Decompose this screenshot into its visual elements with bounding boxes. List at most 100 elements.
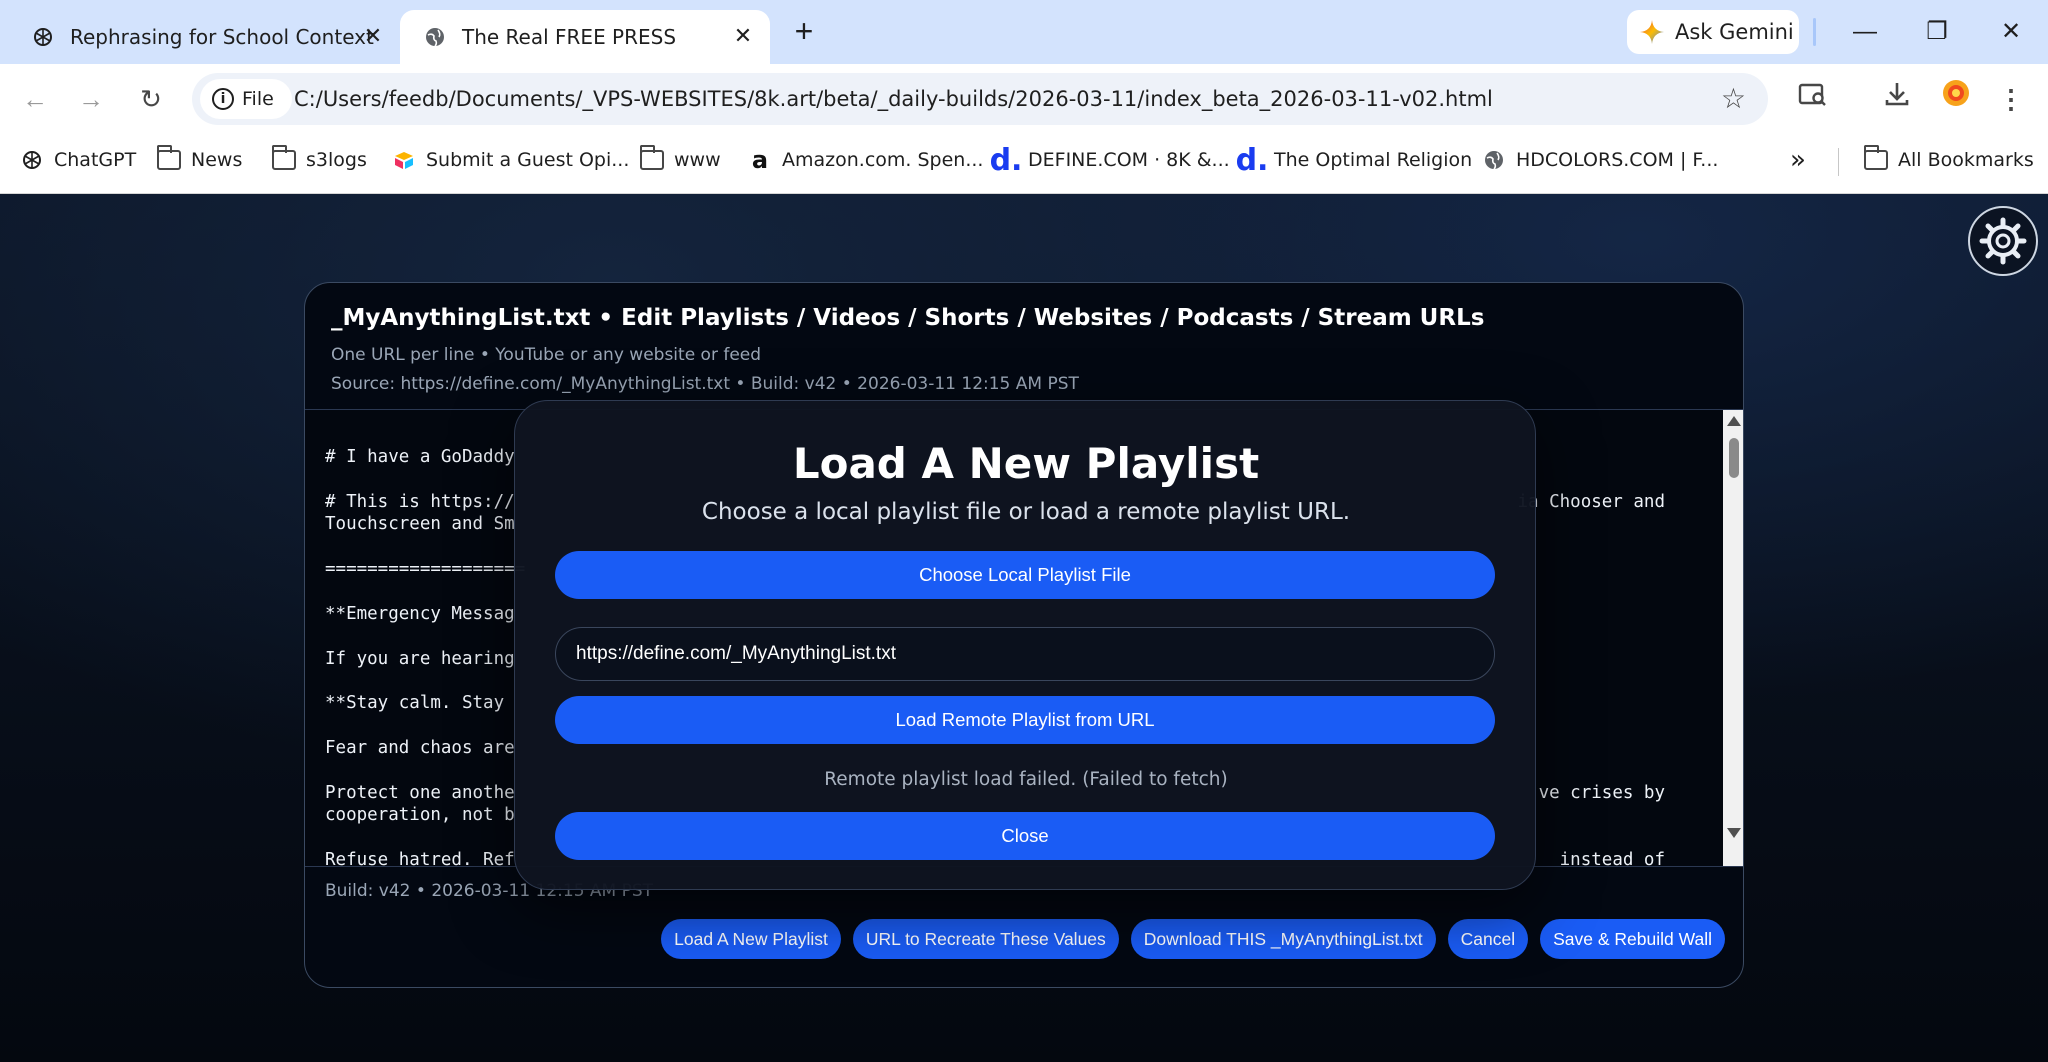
globe-icon — [424, 26, 446, 48]
url-text[interactable]: C:/Users/feedb/Documents/_VPS-WEBSITES/8… — [294, 73, 1493, 125]
bookmark-optimal-religion[interactable]: d. The Optimal Religion — [1235, 134, 1473, 186]
bookmark-label: s3logs — [306, 149, 367, 171]
download-icon[interactable] — [1876, 78, 1918, 120]
openai-icon — [32, 26, 54, 48]
text-line-right: ve crises by — [1538, 782, 1665, 803]
url-recreate-values-button[interactable]: URL to Recreate These Values — [852, 919, 1119, 959]
info-icon: i — [212, 88, 234, 110]
scroll-down-icon[interactable] — [1727, 828, 1741, 838]
scroll-up-icon[interactable] — [1727, 416, 1741, 426]
cancel-button[interactable]: Cancel — [1447, 919, 1529, 959]
all-bookmarks-button[interactable]: All Bookmarks — [1863, 134, 2034, 186]
bookmark-define[interactable]: d. DEFINE.COM · 8K &... — [989, 134, 1230, 186]
editor-subtitle: One URL per line • YouTube or any websit… — [331, 345, 762, 365]
reload-icon[interactable]: ↻ — [130, 78, 172, 120]
editor-actions: Load A New Playlist URL to Recreate Thes… — [661, 919, 1725, 959]
restore-icon[interactable]: ❐ — [1913, 12, 1961, 52]
editor-title: _MyAnythingList.txt • Edit Playlists / V… — [331, 305, 1485, 331]
download-list-button[interactable]: Download THIS _MyAnythingList.txt — [1130, 919, 1436, 959]
ask-gemini-label: Ask Gemini — [1675, 20, 1794, 44]
bookmark-news[interactable]: News — [156, 134, 243, 186]
folder-icon — [271, 145, 296, 172]
address-bar[interactable]: i File C:/Users/feedb/Documents/_VPS-WEB… — [192, 73, 1768, 125]
bookmarks-overflow-button[interactable]: » — [1790, 134, 1806, 186]
gemini-spark-icon — [1640, 20, 1664, 44]
text-line-left: =================== — [325, 558, 526, 579]
browser-toolbar: ← → ↻ i File C:/Users/feedb/Documents/_V… — [0, 64, 2048, 134]
bookmark-s3logs[interactable]: s3logs — [271, 134, 367, 186]
bookmark-label: ChatGPT — [54, 149, 137, 171]
amazon-icon: a — [751, 146, 769, 174]
bookmark-label: www — [674, 149, 721, 171]
bookmarks-bar: ChatGPT News s3logs Submit a Guest Opi..… — [0, 134, 2048, 194]
tab-free-press[interactable]: The Real FREE PRESS ✕ — [400, 10, 770, 64]
textarea-scrollbar[interactable] — [1723, 410, 1743, 866]
close-window-icon[interactable]: ✕ — [1987, 12, 2035, 52]
status-message: Remote playlist load failed. (Failed to … — [824, 769, 1228, 790]
bookmark-label: News — [191, 149, 243, 171]
bookmark-chatgpt[interactable]: ChatGPT — [20, 134, 136, 186]
text-line-left: Fear and chaos are — [325, 738, 515, 759]
close-button[interactable]: Close — [555, 812, 1495, 860]
settings-gear-icon[interactable] — [1968, 206, 2038, 276]
define-icon: d. — [1235, 142, 1269, 178]
forward-icon[interactable]: → — [70, 78, 112, 120]
text-line-left: Touchscreen and Sm — [325, 514, 515, 535]
bookmark-label: All Bookmarks — [1898, 149, 2034, 171]
back-icon[interactable]: ← — [14, 78, 56, 120]
text-line-left: Refuse hatred. Ref — [325, 850, 515, 867]
load-remote-playlist-button[interactable]: Load Remote Playlist from URL — [555, 696, 1495, 744]
text-line-left: **Stay calm. Stay — [325, 693, 505, 714]
choose-local-file-button[interactable]: Choose Local Playlist File — [555, 551, 1495, 599]
bookmark-star-icon[interactable]: ☆ — [1721, 83, 1746, 115]
profile-avatar[interactable] — [1935, 78, 1977, 120]
editor-source: Source: https://define.com/_MyAnythingLi… — [331, 374, 1079, 394]
bookmark-www[interactable]: www — [639, 134, 721, 186]
airtable-icon — [392, 148, 416, 172]
text-line-left: **Emergency Messag — [325, 603, 515, 624]
site-info-chip[interactable]: i File — [200, 79, 292, 119]
bookmark-label: HDCOLORS.COM | F... — [1516, 149, 1719, 171]
tab-strip: Rephrasing for School Context ✕ The Real… — [0, 0, 2048, 64]
globe-icon — [1482, 148, 1506, 172]
scheme-label: File — [242, 88, 274, 110]
load-new-playlist-button[interactable]: Load A New Playlist — [661, 919, 841, 959]
divider — [1813, 18, 1816, 46]
text-line-left: # This is https:// — [325, 491, 515, 512]
folder-icon — [156, 145, 181, 172]
tab-title: The Real FREE PRESS — [462, 25, 677, 49]
playlist-url-input[interactable]: https://define.com/_MyAnythingList.txt — [555, 627, 1495, 681]
scroll-thumb[interactable] — [1729, 438, 1739, 478]
bookmark-label: Amazon.com. Spen... — [782, 149, 984, 171]
close-tab-icon[interactable]: ✕ — [358, 22, 388, 52]
bookmark-label: DEFINE.COM · 8K &... — [1028, 149, 1230, 171]
openai-icon — [20, 148, 44, 172]
text-line-left: If you are hearing — [325, 648, 515, 669]
text-line-left: cooperation, not b — [325, 805, 515, 826]
divider — [1838, 148, 1839, 176]
folder-icon — [1863, 145, 1888, 172]
ask-gemini-button[interactable]: Ask Gemini — [1627, 10, 1799, 54]
page-content: _MyAnythingList.txt • Edit Playlists / V… — [0, 194, 2048, 1062]
bookmark-guest-opinion[interactable]: Submit a Guest Opi... — [392, 134, 629, 186]
bookmark-label: Submit a Guest Opi... — [426, 149, 630, 171]
text-line-left: Protect one anothe — [325, 782, 515, 803]
new-tab-button[interactable]: + — [786, 14, 822, 50]
bookmark-label: The Optimal Religion — [1274, 149, 1473, 171]
bookmark-hdcolors[interactable]: HDCOLORS.COM | F... — [1482, 134, 1718, 186]
menu-kebab-icon[interactable]: ⋮ — [1990, 78, 2032, 120]
text-line-right: ia Chooser and — [1517, 491, 1665, 512]
define-icon: d. — [989, 142, 1023, 178]
save-rebuild-button[interactable]: Save & Rebuild Wall — [1540, 919, 1725, 959]
modal-title: Load A New Playlist — [792, 439, 1260, 488]
close-tab-icon[interactable]: ✕ — [728, 22, 758, 52]
tab-rephrasing[interactable]: Rephrasing for School Context ✕ — [8, 10, 400, 64]
load-playlist-modal: Load A New Playlist Choose a local playl… — [514, 400, 1536, 890]
text-line-right: instead of — [1559, 850, 1665, 867]
minimize-icon[interactable]: — — [1841, 12, 1889, 52]
folder-icon — [639, 145, 664, 172]
text-line-left: # I have a GoDaddy — [325, 447, 515, 467]
modal-subtitle: Choose a local playlist file or load a r… — [701, 499, 1351, 525]
bookmark-amazon[interactable]: a Amazon.com. Spen... — [748, 134, 984, 186]
search-tabs-icon[interactable] — [1792, 78, 1834, 120]
